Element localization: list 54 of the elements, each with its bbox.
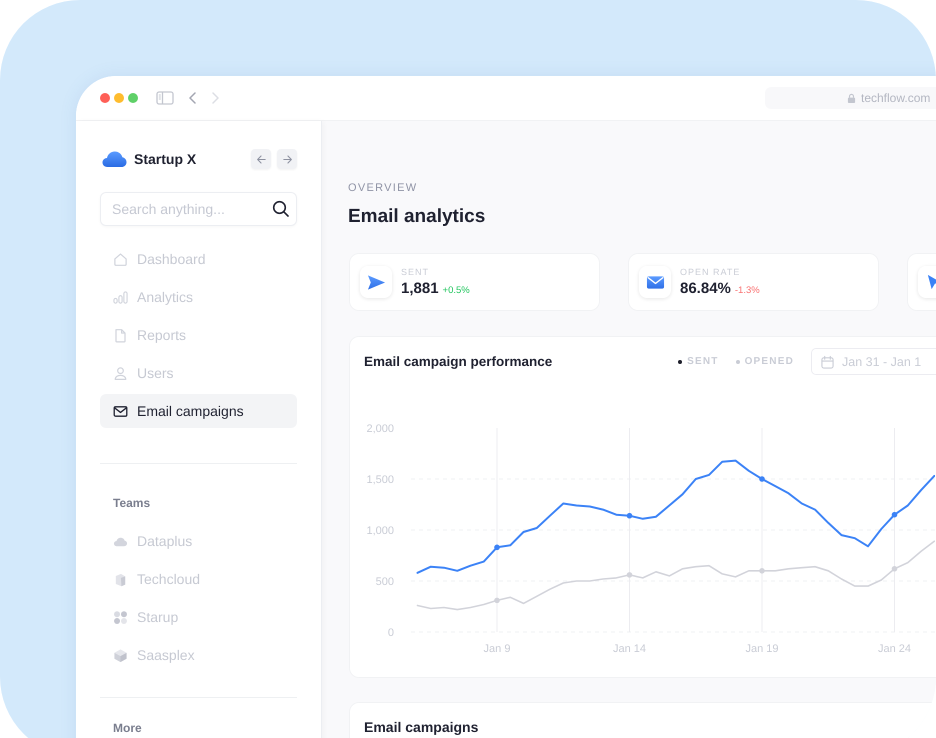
data-point	[494, 544, 500, 550]
user-icon	[113, 366, 128, 380]
team-item[interactable]: Dataplus	[100, 524, 297, 558]
url-text: techflow.com	[861, 91, 930, 105]
data-point	[626, 512, 632, 519]
calendar-icon	[821, 354, 834, 368]
search-icon[interactable]	[272, 200, 289, 217]
team-item[interactable]: Saasplex	[100, 638, 297, 672]
nav-item[interactable]: Analytics	[100, 280, 297, 314]
card-title: Email campaigns	[364, 719, 480, 735]
stat-change: +0.5%	[442, 284, 470, 296]
section-overline: OVERVIEW	[348, 181, 418, 195]
paper-plane-icon	[360, 266, 392, 298]
document-icon	[113, 328, 128, 342]
section-heading: More	[112, 721, 143, 735]
dots-icon	[113, 610, 128, 624]
stat-change: -1.3%	[734, 284, 760, 296]
envelope-icon	[113, 404, 128, 418]
data-point	[892, 512, 898, 518]
nav-item[interactable]: Dashboard	[100, 242, 297, 276]
nav-item[interactable]: Users	[100, 356, 297, 390]
section-heading: Teams	[112, 496, 152, 510]
arrow-left-icon	[256, 154, 266, 164]
data-point	[759, 476, 765, 482]
box-icon	[113, 572, 128, 586]
chart-title: Email campaign performance	[364, 354, 552, 369]
house-icon	[113, 252, 128, 266]
search-field[interactable]: Search anything...	[100, 192, 297, 226]
data-point	[759, 568, 765, 574]
envelope-icon	[639, 266, 671, 298]
data-point	[892, 566, 898, 572]
back-button[interactable]	[251, 149, 271, 169]
data-point	[626, 572, 632, 578]
sidebar-toggle-icon[interactable]	[156, 91, 174, 105]
window-zoom-icon[interactable]	[128, 93, 138, 103]
data-point	[494, 598, 500, 604]
cube-icon	[113, 648, 128, 662]
page-title: Email analytics	[348, 205, 486, 229]
brand-name: Startup X	[134, 151, 196, 167]
window-close-icon[interactable]	[100, 93, 110, 103]
nav-item[interactable]: Email campaigns	[100, 394, 297, 428]
arrow-right-icon	[282, 154, 292, 164]
lock-icon	[847, 92, 856, 104]
nav-item[interactable]: Reports	[100, 318, 297, 352]
stat-value: 1,881	[401, 280, 439, 298]
forward-button[interactable]	[277, 149, 297, 169]
address-bar[interactable]: techflow.com	[765, 87, 936, 109]
window-minimize-icon[interactable]	[114, 93, 124, 103]
stat-value: 86.84%	[680, 280, 731, 298]
chevron-left-icon[interactable]	[188, 92, 197, 104]
bar-chart-icon	[113, 290, 128, 304]
cloud-icon	[102, 150, 127, 168]
team-item[interactable]: Starup	[100, 600, 297, 634]
team-item[interactable]: Techcloud	[100, 562, 297, 596]
